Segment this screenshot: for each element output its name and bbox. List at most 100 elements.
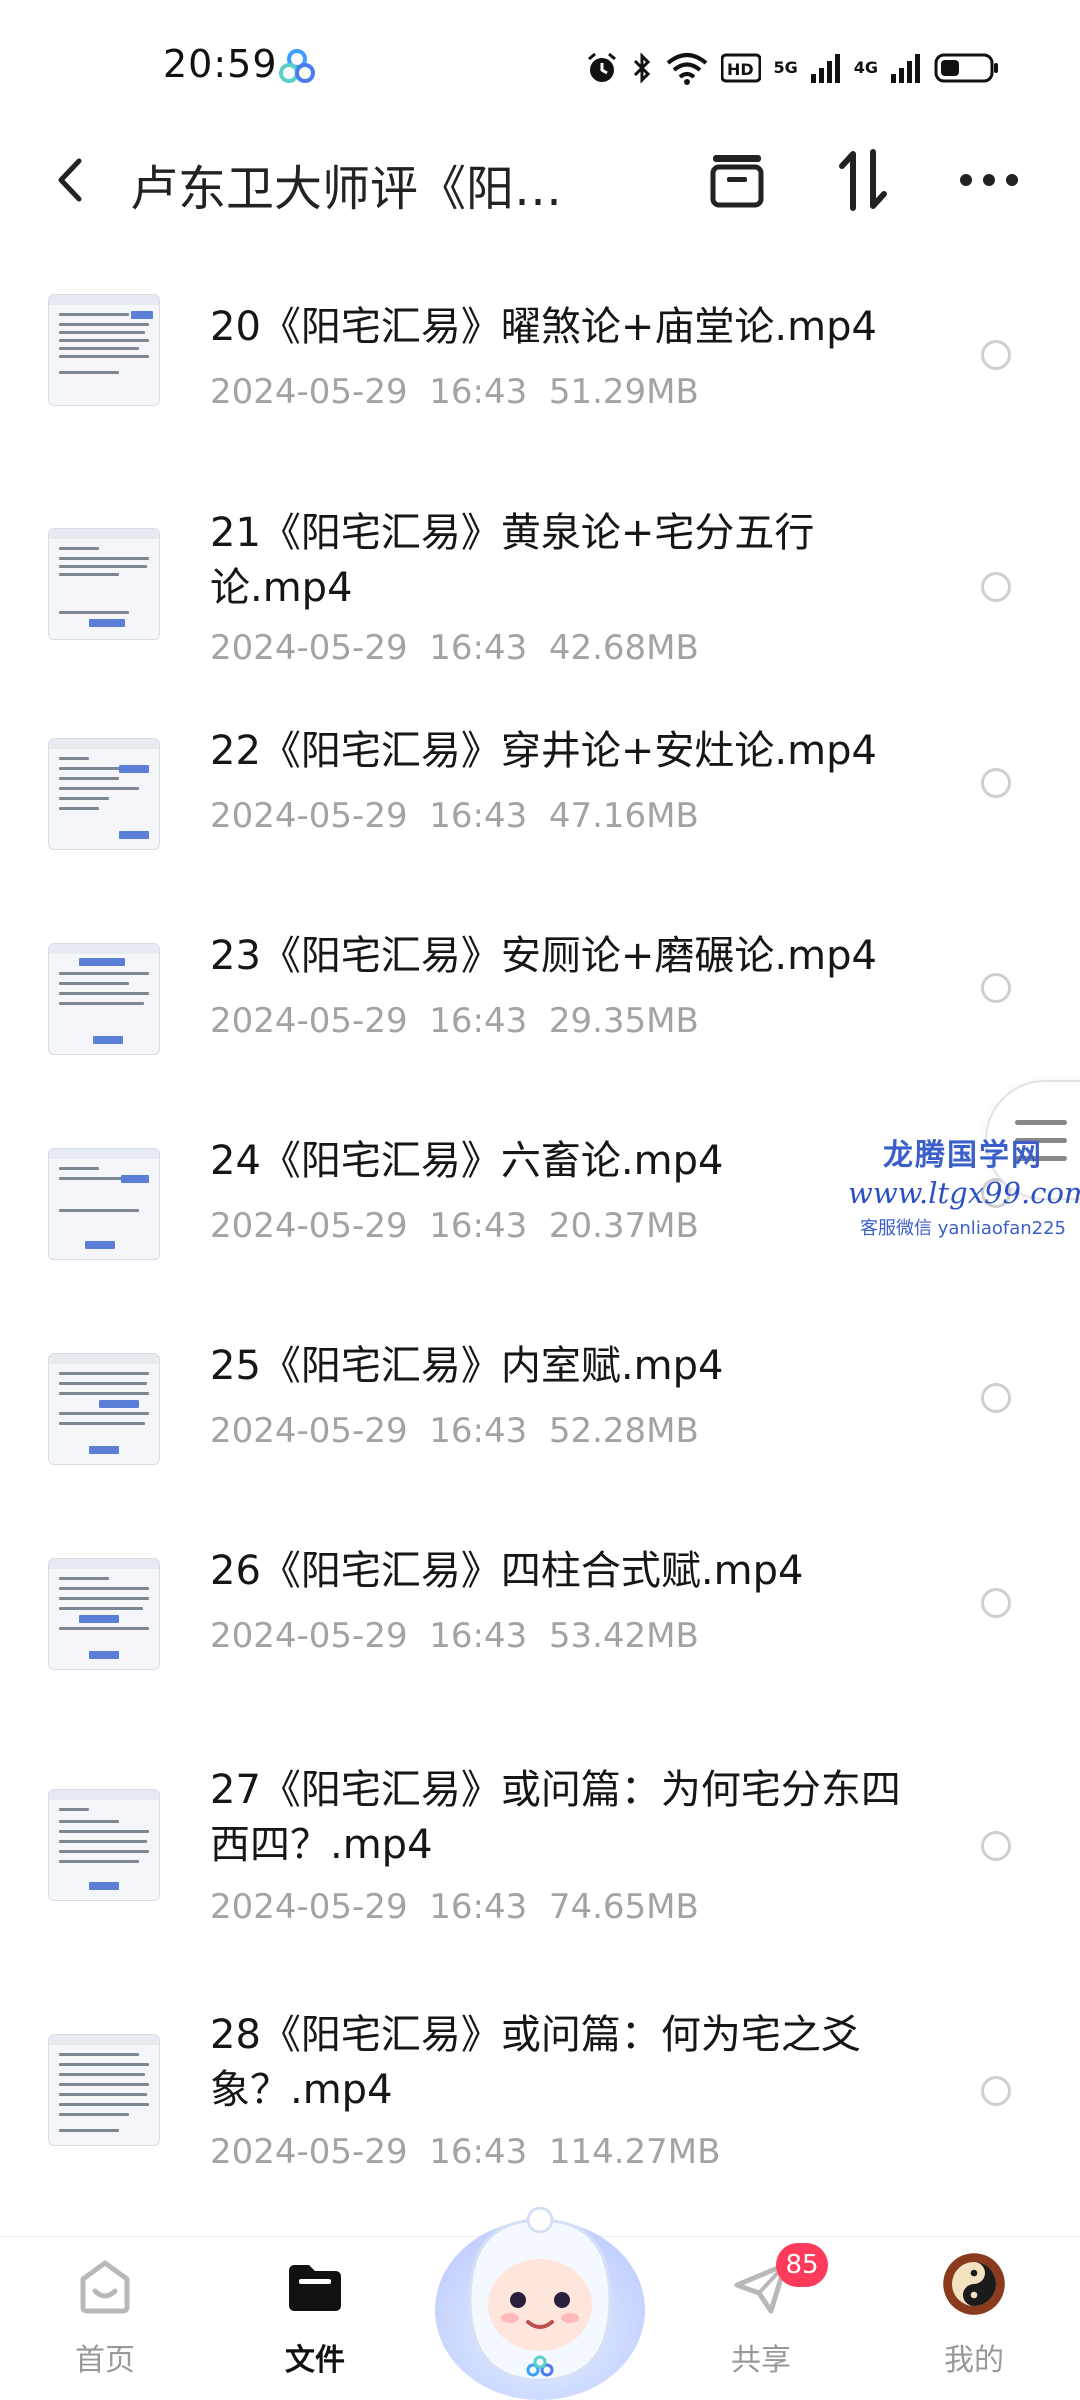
- file-browser-screen: 20:59 HD 5G 4G 卢东卫大师评《阳宅汇 20《阳宅汇易》曜煞论+庙堂…: [0, 0, 1080, 2400]
- assistant-mascot-button[interactable]: [430, 2180, 650, 2400]
- file-time: 16:43: [429, 2132, 528, 2172]
- file-size: 20.37MB: [548, 1206, 699, 1246]
- file-date: 2024-05-29: [210, 1887, 408, 1927]
- file-meta: 2024-05-29 16:43 29.35MB: [210, 1001, 699, 1041]
- home-face-icon: [80, 2260, 130, 2314]
- nav-mine-label: 我的: [944, 2343, 1004, 2378]
- file-time: 16:43: [429, 796, 528, 836]
- select-radio[interactable]: [981, 768, 1011, 798]
- file-date: 2024-05-29: [210, 1616, 408, 1656]
- more-button[interactable]: [952, 143, 1026, 217]
- file-name: 21《阳宅汇易》黄泉论+宅分五行论.mp4: [210, 510, 815, 611]
- watermark-url: www.ltgx99.com: [848, 1176, 1080, 1210]
- list-item[interactable]: 21《阳宅汇易》黄泉论+宅分五行论.mp4 2024-05-29 16:43 4…: [0, 452, 1080, 682]
- more-icon: [960, 174, 1018, 186]
- watermark: 龙腾国学网 www.ltgx99.com 客服微信 yanliaofan225: [848, 1130, 1080, 1240]
- share-badge: 85: [776, 2243, 828, 2287]
- nav-home-label: 首页: [75, 2343, 135, 2378]
- back-button[interactable]: [45, 153, 95, 207]
- select-radio[interactable]: [981, 1831, 1011, 1861]
- nav-home[interactable]: 首页: [40, 2237, 170, 2400]
- file-date: 2024-05-29: [210, 1411, 408, 1451]
- file-date: 2024-05-29: [210, 372, 408, 412]
- file-time: 16:43: [429, 372, 528, 412]
- nav-mine[interactable]: 我的: [909, 2237, 1039, 2400]
- video-thumbnail: [48, 528, 160, 640]
- file-name: 24《阳宅汇易》六畜论.mp4: [210, 1138, 724, 1184]
- file-name: 27《阳宅汇易》或问篇：为何宅分东四西四？.mp4: [210, 1767, 901, 1868]
- select-radio[interactable]: [981, 1588, 1011, 1618]
- file-size: 53.42MB: [548, 1616, 699, 1656]
- nav-files-label: 文件: [285, 2343, 345, 2378]
- alarm-icon: [588, 52, 617, 82]
- file-time: 16:43: [429, 1616, 528, 1656]
- select-radio[interactable]: [981, 572, 1011, 602]
- watermark-contact: 客服微信 yanliaofan225: [860, 1218, 1066, 1239]
- list-item[interactable]: 26《阳宅汇易》四柱合式赋.mp4 2024-05-29 16:43 53.42…: [0, 1502, 1080, 1707]
- file-meta: 2024-05-29 16:43 47.16MB: [210, 796, 699, 836]
- list-item[interactable]: 20《阳宅汇易》曜煞论+庙堂论.mp4 2024-05-29 16:43 51.…: [0, 252, 1080, 452]
- video-thumbnail: [48, 2034, 160, 2146]
- mascot-icon: [435, 2206, 645, 2400]
- select-radio[interactable]: [981, 1383, 1011, 1413]
- archive-box-icon: [710, 155, 764, 208]
- video-thumbnail: [48, 1148, 160, 1260]
- file-name: 26《阳宅汇易》四柱合式赋.mp4: [210, 1548, 804, 1594]
- file-meta: 2024-05-29 16:43 114.27MB: [210, 2132, 720, 2172]
- list-item[interactable]: 28《阳宅汇易》或问篇：何为宅之爻象？.mp4 2024-05-29 16:43…: [0, 1952, 1080, 2197]
- file-meta: 2024-05-29 16:43 42.68MB: [210, 628, 699, 668]
- avatar: [943, 2253, 1005, 2315]
- nav-files[interactable]: 文件: [250, 2237, 380, 2400]
- file-meta: 2024-05-29 16:43 51.29MB: [210, 372, 699, 412]
- select-radio[interactable]: [981, 973, 1011, 1003]
- folder-icon: [289, 2265, 341, 2311]
- list-item[interactable]: 25《阳宅汇易》内室赋.mp4 2024-05-29 16:43 52.28MB: [0, 1297, 1080, 1502]
- video-thumbnail: [48, 1789, 160, 1901]
- status-icons: HD 5G 4G: [585, 46, 1000, 90]
- sort-button[interactable]: [826, 143, 900, 217]
- select-radio[interactable]: [981, 2076, 1011, 2106]
- file-name: 22《阳宅汇易》穿井论+安灶论.mp4: [210, 728, 877, 774]
- file-size: 74.65MB: [548, 1887, 699, 1927]
- file-size: 51.29MB: [548, 372, 699, 412]
- wifi-icon: [667, 53, 708, 85]
- hd-voice-icon: HD: [721, 53, 762, 83]
- file-date: 2024-05-29: [210, 1206, 408, 1246]
- nav-share-label: 共享: [731, 2343, 791, 2378]
- file-meta: 2024-05-29 16:43 53.42MB: [210, 1616, 699, 1656]
- video-thumbnail: [48, 294, 160, 406]
- file-date: 2024-05-29: [210, 1001, 408, 1041]
- page-title: 卢东卫大师评《阳宅汇易》: [130, 161, 610, 217]
- network-4g-label: 4G: [853, 58, 878, 77]
- header-bar: 卢东卫大师评《阳宅汇易》: [0, 135, 1080, 225]
- video-thumbnail: [48, 943, 160, 1055]
- file-time: 16:43: [429, 628, 528, 668]
- list-item[interactable]: 22《阳宅汇易》穿井论+安灶论.mp4 2024-05-29 16:43 47.…: [0, 682, 1080, 887]
- video-thumbnail: [48, 1558, 160, 1670]
- nav-share[interactable]: 85 共享: [696, 2237, 828, 2400]
- select-radio[interactable]: [981, 340, 1011, 370]
- file-date: 2024-05-29: [210, 628, 408, 668]
- file-date: 2024-05-29: [210, 2132, 408, 2172]
- signal-4g-icon: [891, 54, 920, 83]
- file-name: 23《阳宅汇易》安厕论+磨碾论.mp4: [210, 933, 877, 979]
- cloud-sync-icon: [278, 48, 316, 86]
- file-time: 16:43: [429, 1411, 528, 1451]
- status-time: 20:59: [163, 42, 278, 86]
- file-time: 16:43: [429, 1001, 528, 1041]
- file-name: 25《阳宅汇易》内室赋.mp4: [210, 1343, 724, 1389]
- file-name: 20《阳宅汇易》曜煞论+庙堂论.mp4: [210, 304, 877, 350]
- file-date: 2024-05-29: [210, 796, 408, 836]
- video-thumbnail: [48, 738, 160, 850]
- file-size: 29.35MB: [548, 1001, 699, 1041]
- list-item[interactable]: 27《阳宅汇易》或问篇：为何宅分东四西四？.mp4 2024-05-29 16:…: [0, 1707, 1080, 1952]
- sort-icon: [839, 149, 887, 211]
- archive-button[interactable]: [700, 143, 774, 217]
- status-bar: 20:59 HD 5G 4G: [0, 0, 1080, 135]
- file-size: 47.16MB: [548, 796, 699, 836]
- watermark-title: 龙腾国学网: [883, 1138, 1043, 1173]
- svg-text:HD: HD: [727, 60, 754, 79]
- file-name: 28《阳宅汇易》或问篇：何为宅之爻象？.mp4: [210, 2012, 861, 2113]
- list-item[interactable]: 23《阳宅汇易》安厕论+磨碾论.mp4 2024-05-29 16:43 29.…: [0, 887, 1080, 1092]
- file-time: 16:43: [429, 1887, 528, 1927]
